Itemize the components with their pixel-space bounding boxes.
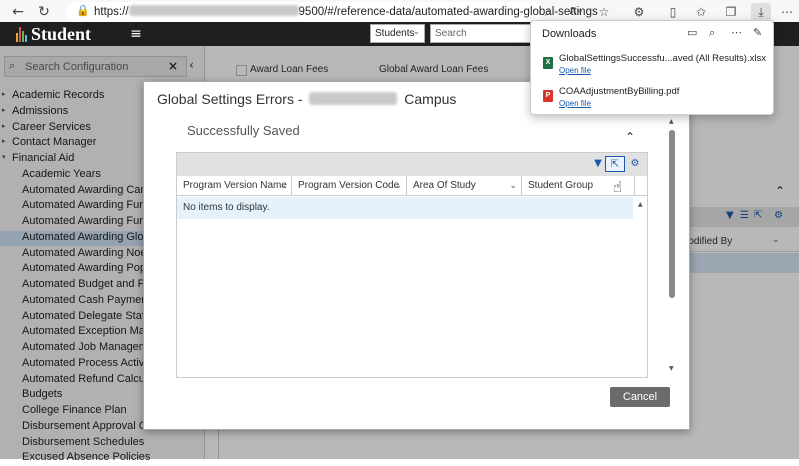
collections-icon[interactable]: ❐ bbox=[721, 3, 741, 21]
dialog-title: Global Settings Errors - Campus bbox=[157, 91, 457, 107]
excel-file-icon: X bbox=[543, 57, 553, 69]
scroll-down-icon[interactable]: ▼ bbox=[669, 365, 674, 372]
column-header-label: Area Of Study bbox=[413, 180, 476, 191]
global-settings-errors-dialog: Global Settings Errors - Campus Successf… bbox=[143, 81, 690, 430]
lock-icon: 🔒 bbox=[76, 4, 90, 17]
download-file-name[interactable]: GlobalSettingsSuccessfu...aved (All Resu… bbox=[559, 53, 766, 64]
refresh-icon[interactable]: ↻ bbox=[34, 2, 54, 22]
favorite-star-icon[interactable]: ☆ bbox=[594, 3, 614, 21]
open-file-link[interactable]: Open file bbox=[559, 99, 591, 108]
downloads-panel: Downloads ▭ ⌕ ⋯ ✎ X GlobalSettingsSuccess… bbox=[530, 20, 774, 115]
downloads-icon[interactable]: ⤓ bbox=[751, 3, 771, 21]
export-icon[interactable]: ⇱ bbox=[605, 156, 625, 172]
grid-header: Program Version Name ⌄ Program Version Cod… bbox=[177, 176, 647, 196]
downloads-title: Downloads bbox=[542, 28, 597, 40]
hand-cursor-icon: ☝ bbox=[613, 178, 623, 196]
scope-select[interactable]: Students ⌄ bbox=[370, 24, 425, 43]
more-icon[interactable]: ⋯ bbox=[777, 3, 797, 21]
open-file-link[interactable]: Open file bbox=[559, 66, 591, 75]
column-header-label: Program Version Code bbox=[298, 180, 400, 191]
chevron-down-icon[interactable]: ⌄ bbox=[509, 176, 517, 196]
app-logo-text: Student bbox=[31, 24, 92, 44]
chevron-up-icon[interactable]: ⌃ bbox=[625, 130, 635, 144]
menu-icon[interactable]: ≡ bbox=[127, 25, 145, 43]
pin-icon[interactable]: ✎ bbox=[753, 26, 762, 39]
download-file-name[interactable]: COAAdjustmentByBilling.pdf bbox=[559, 86, 679, 97]
app-search-input[interactable]: Search bbox=[430, 24, 535, 43]
dialog-scrollbar[interactable] bbox=[669, 130, 675, 298]
cancel-button[interactable]: Cancel bbox=[610, 387, 670, 407]
scroll-up-icon[interactable]: ▲ bbox=[638, 201, 643, 208]
search-icon[interactable]: ⌕ bbox=[709, 26, 715, 40]
more-options-icon[interactable]: ⋯ bbox=[731, 26, 742, 39]
extensions-icon[interactable]: ⚙ bbox=[629, 3, 649, 21]
favorites-icon[interactable]: ✩ bbox=[691, 3, 711, 21]
pdf-file-icon: P bbox=[543, 90, 553, 102]
open-folder-icon[interactable]: ▭ bbox=[687, 26, 697, 39]
chevron-down-icon: ⌄ bbox=[412, 27, 420, 37]
column-header-label: Program Version Name bbox=[183, 180, 287, 191]
column-header[interactable]: Area Of Study ⌄ bbox=[407, 176, 522, 196]
grid-empty-row: No items to display. bbox=[177, 197, 633, 219]
filter-icon[interactable]: ▼ bbox=[591, 156, 605, 172]
success-message: Successfully Saved bbox=[187, 123, 300, 138]
errors-grid: ▼ ⇱ ⚙ Program Version Name ⌄ Program Versi… bbox=[176, 152, 648, 378]
url-text: https://9500/#/reference-data/automated-… bbox=[94, 5, 598, 18]
split-screen-icon[interactable]: ▯ bbox=[663, 3, 683, 21]
read-aloud-icon[interactable]: A» bbox=[566, 3, 586, 21]
grid-scrollbar[interactable]: ▲ bbox=[635, 197, 647, 377]
chevron-down-icon[interactable]: ⌄ bbox=[279, 176, 287, 196]
scope-select-value: Students bbox=[375, 28, 415, 39]
logo-icon bbox=[16, 27, 27, 42]
back-icon[interactable]: ← bbox=[8, 2, 28, 22]
column-header-label: Student Group bbox=[528, 180, 594, 191]
address-bar[interactable]: 🔒 https://9500/#/reference-data/automate… bbox=[66, 2, 598, 22]
chevron-down-icon[interactable]: ⌄ bbox=[394, 176, 402, 196]
column-header[interactable]: Program Version Code ⌄ bbox=[292, 176, 407, 196]
grid-toolbar: ▼ ⇱ ⚙ bbox=[177, 153, 647, 176]
settings-gear-icon[interactable]: ⚙ bbox=[627, 156, 643, 172]
zoom-icon[interactable]: ⌕ bbox=[538, 3, 558, 21]
scroll-up-icon[interactable]: ▲ bbox=[669, 118, 674, 125]
column-header[interactable]: Program Version Name ⌄ bbox=[177, 176, 292, 196]
